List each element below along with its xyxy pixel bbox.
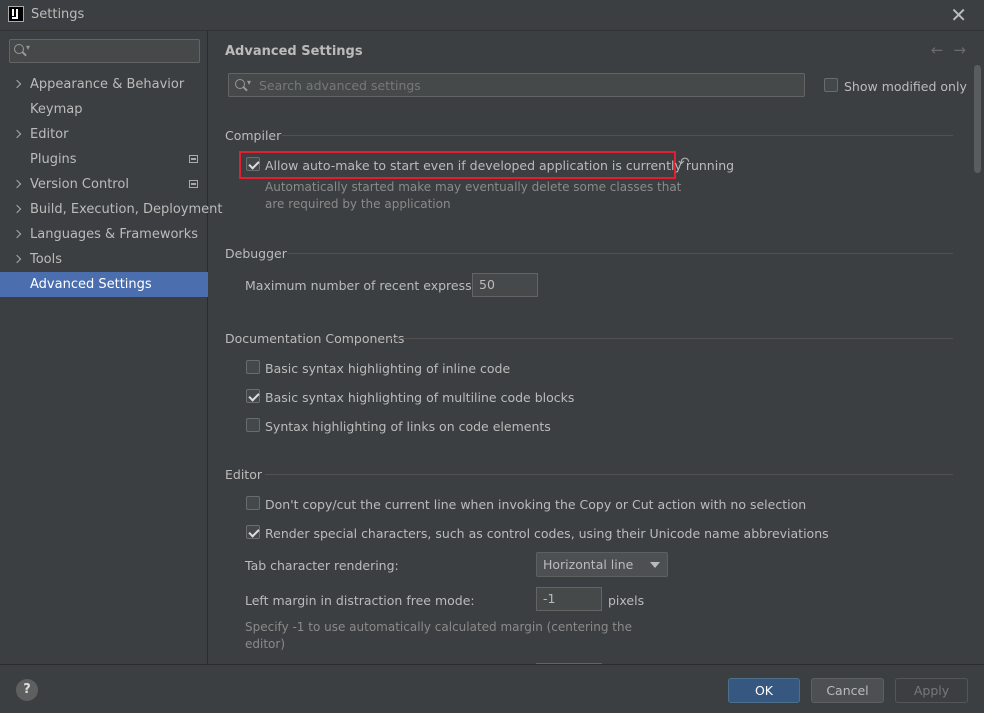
section-separator	[282, 135, 953, 136]
sidebar-item-label: Languages & Frameworks	[30, 227, 199, 242]
chevron-right-icon[interactable]	[12, 79, 22, 89]
ok-button[interactable]: OK	[728, 678, 800, 703]
tab-rendering-select[interactable]: Horizontal line	[536, 552, 668, 577]
auto-make-label: Allow auto-make to start even if develop…	[265, 158, 735, 173]
sidebar-item-label: Editor	[30, 127, 69, 142]
show-modified-only-label: Show modified only	[844, 79, 967, 94]
close-icon[interactable]: ✕	[950, 3, 967, 27]
settings-sidebar: ▾ Appearance & Behavior Keymap Editor Pl…	[0, 31, 222, 664]
sidebar-item-editor[interactable]: Editor	[0, 122, 208, 147]
left-margin-unit: pixels	[608, 593, 645, 608]
chevron-right-icon[interactable]	[12, 179, 22, 189]
section-separator	[287, 253, 953, 254]
search-placeholder: Search advanced settings	[259, 78, 421, 93]
title-bar: Settings ✕	[0, 0, 984, 31]
sidebar-item-tools[interactable]: Tools	[0, 247, 208, 272]
sidebar-item-keymap[interactable]: Keymap	[0, 97, 208, 122]
window-title: Settings	[31, 7, 85, 22]
multiline-code-highlighting-label: Basic syntax highlighting of multiline c…	[265, 390, 575, 405]
help-button[interactable]: ?	[16, 679, 38, 701]
recent-expressions-label: Maximum number of recent expressions:	[245, 278, 502, 293]
copy-cut-line-label: Don't copy/cut the current line when inv…	[265, 497, 807, 512]
search-options-caret-icon[interactable]: ▾	[247, 78, 251, 87]
sidebar-item-label: Version Control	[30, 177, 129, 192]
section-debugger-heading: Debugger	[225, 246, 287, 261]
vertical-scrollbar[interactable]	[974, 65, 981, 173]
recent-expressions-input[interactable]: 50	[472, 273, 538, 297]
sidebar-item-version-control[interactable]: Version Control	[0, 172, 208, 197]
apply-button[interactable]: Apply	[895, 678, 968, 703]
advanced-settings-search-input[interactable]: ▾ Search advanced settings	[228, 73, 805, 97]
project-level-icon	[189, 155, 198, 163]
search-icon	[14, 44, 24, 54]
back-arrow-icon[interactable]: ←	[931, 41, 944, 59]
sidebar-item-label: Plugins	[30, 152, 77, 167]
links-highlighting-checkbox[interactable]	[246, 418, 260, 432]
cancel-button[interactable]: Cancel	[811, 678, 884, 703]
reset-to-default-icon[interactable]: ↶	[678, 155, 690, 171]
settings-tree: Appearance & Behavior Keymap Editor Plug…	[0, 72, 222, 297]
history-navigation: ← →	[921, 41, 966, 59]
auto-make-checkbox[interactable]	[246, 157, 260, 171]
sidebar-item-build-execution-deployment[interactable]: Build, Execution, Deployment	[0, 197, 222, 222]
auto-make-hint-line-2: are required by the application	[265, 197, 451, 211]
auto-make-hint-line-1: Automatically started make may eventuall…	[265, 180, 682, 194]
sidebar-item-languages-frameworks[interactable]: Languages & Frameworks	[0, 222, 208, 247]
sidebar-search-input[interactable]: ▾	[9, 39, 200, 63]
chevron-right-icon[interactable]	[12, 254, 22, 264]
settings-main-panel: Advanced Settings ← → ▾ Search advanced s…	[209, 31, 984, 664]
sidebar-item-appearance-behavior[interactable]: Appearance & Behavior	[0, 72, 208, 97]
intellij-logo-icon	[8, 6, 24, 22]
chevron-down-icon	[650, 562, 660, 568]
section-separator	[389, 338, 953, 339]
left-margin-label: Left margin in distraction free mode:	[245, 593, 475, 608]
left-margin-hint-line-1: Specify -1 to use automatically calculat…	[245, 620, 632, 634]
chevron-right-icon[interactable]	[12, 229, 22, 239]
tab-rendering-label: Tab character rendering:	[245, 558, 399, 573]
section-documentation-heading: Documentation Components	[225, 331, 405, 346]
multiline-code-highlighting-checkbox[interactable]	[246, 389, 260, 403]
section-editor-heading: Editor	[225, 467, 262, 482]
chevron-right-icon[interactable]	[12, 129, 22, 139]
sidebar-item-label: Build, Execution, Deployment	[30, 202, 223, 217]
sidebar-item-label: Tools	[30, 252, 63, 267]
forward-arrow-icon[interactable]: →	[953, 41, 966, 59]
sidebar-item-label: Keymap	[30, 102, 83, 117]
project-level-icon	[189, 180, 198, 188]
left-margin-input[interactable]: -1	[536, 587, 602, 611]
sidebar-item-label: Advanced Settings	[30, 277, 152, 292]
show-modified-only-checkbox[interactable]	[824, 78, 838, 92]
tab-rendering-value: Horizontal line	[543, 557, 634, 572]
search-icon	[235, 79, 245, 89]
page-title: Advanced Settings	[225, 44, 363, 59]
sidebar-item-plugins[interactable]: Plugins	[0, 147, 208, 172]
render-special-chars-checkbox[interactable]	[246, 525, 260, 539]
render-special-chars-label: Render special characters, such as contr…	[265, 526, 829, 541]
links-highlighting-label: Syntax highlighting of links on code ele…	[265, 419, 551, 434]
sidebar-item-advanced-settings[interactable]: Advanced Settings	[0, 272, 208, 297]
sidebar-item-label: Appearance & Behavior	[30, 77, 185, 92]
copy-cut-line-checkbox[interactable]	[246, 496, 260, 510]
section-separator	[265, 474, 953, 475]
left-margin-hint-line-2: editor)	[245, 637, 285, 651]
inline-code-highlighting-label: Basic syntax highlighting of inline code	[265, 361, 511, 376]
dialog-footer: ? OK Cancel Apply	[0, 664, 984, 713]
inline-code-highlighting-checkbox[interactable]	[246, 360, 260, 374]
section-compiler-heading: Compiler	[225, 128, 282, 143]
chevron-right-icon[interactable]	[12, 204, 22, 214]
search-options-caret-icon[interactable]: ▾	[26, 43, 30, 52]
